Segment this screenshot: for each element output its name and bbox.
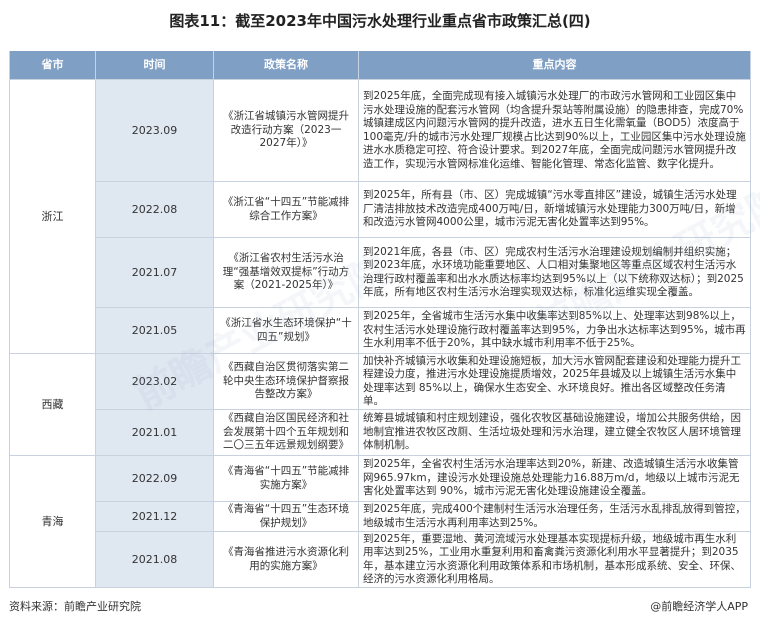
table-row: 浙江 2023.09 《浙江省城镇污水管网提升改造行动方案（2023一2027年… [9, 79, 751, 354]
date-cell: 2022.08 [95, 181, 214, 238]
policy-table: 省市 时间 政策名称 重点内容 浙江 2023.09 《浙江省城镇污水管网提升改… [9, 51, 751, 588]
date-cell: 2021.01 [95, 409, 214, 456]
date-cell: 2021.05 [95, 307, 214, 354]
header-policy-name: 政策名称 [213, 51, 359, 80]
policy-name-cell: 《浙江省农村生活污水治理“强基增效双提标”行动方案（2021-2025年）》 [213, 237, 359, 308]
table-row: 青海 2022.09 《青海省“十四五”节能减排实施方案》 到2025年，全省农… [9, 455, 751, 588]
key-content-cell: 到2021年底，各县（市、区）完成农村生活污水治理建设规划编制并组织实施；到20… [358, 237, 751, 308]
table-row: 西藏 2023.02 《西藏自治区贯彻落实第二轮中央生态环境保护督察报告整改方案… [9, 353, 751, 456]
date-cell: 2023.02 [95, 353, 214, 410]
table-row: 2022.08 《浙江省“十四五”节能减排综合工作方案》 到2025年，所有县（… [10, 181, 751, 238]
policy-name-cell: 《西藏自治区国民经济和社会发展第十四个五年规划和二〇三五年远景规划纲要》 [213, 409, 359, 456]
key-content-cell: 到2025年底，全面完成现有接入城镇污水处理厂的市政污水管网和工业园区集中污水处… [358, 79, 751, 182]
key-content-cell: 到2025年，所有县（市、区）完成城镇“污水零直排区”建设，城镇生活污水处理厂清… [358, 181, 751, 238]
policy-name-cell: 《浙江省水生态环境保护“十四五”规划》 [213, 307, 359, 354]
header-date: 时间 [95, 51, 214, 80]
date-cell: 2022.09 [95, 455, 214, 502]
policy-name-cell: 《青海省“十四五”节能减排实施方案》 [213, 455, 359, 502]
table-row: 2021.05 《浙江省水生态环境保护“十四五”规划》 到2025年，全省城市生… [10, 307, 751, 354]
table-header-row: 省市 时间 政策名称 重点内容 [9, 51, 751, 80]
date-cell: 2021.08 [95, 531, 214, 588]
key-content-cell: 到2025年底，完成400个建制村生活污水治理任务，生活污水乱排乱放得到管控，地… [358, 501, 751, 532]
policy-name-cell: 《青海省推进污水资源化利用的实施方案》 [213, 531, 359, 588]
header-province: 省市 [9, 51, 96, 80]
table-row: 2021.07 《浙江省农村生活污水治理“强基增效双提标”行动方案（2021-2… [10, 237, 751, 308]
key-content-cell: 到2025年，全省农村生活污水治理率达到20%，新建、改造城镇生活污水收集管网9… [358, 455, 751, 502]
policy-name-cell: 《浙江省城镇污水管网提升改造行动方案（2023一2027年）》 [213, 79, 359, 182]
date-cell: 2023.09 [95, 79, 214, 182]
province-cell: 浙江 [9, 79, 96, 354]
province-cell: 青海 [9, 455, 96, 588]
key-content-cell: 加快补齐城镇污水收集和处理设施短板，加大污水管网配套建设和处理能力提升工程建设力… [358, 353, 751, 410]
brand-note: @前瞻经济学人APP [650, 600, 748, 613]
date-cell: 2021.07 [95, 237, 214, 308]
table-row: 2021.08 《青海省推进污水资源化利用的实施方案》 到2025年，重要湿地、… [10, 531, 751, 588]
policy-name-cell: 《青海省“十四五”生态环境保护规划》 [213, 501, 359, 532]
policy-name-cell: 《西藏自治区贯彻落实第二轮中央生态环境保护督察报告整改方案》 [213, 353, 359, 410]
source-note: 资料来源：前瞻产业研究院 [9, 600, 141, 613]
key-content-cell: 到2025年，重要湿地、黄河流域污水处理基本实现提标升级，地级城市再生水利用率达… [358, 531, 751, 588]
key-content-cell: 统筹县城城镇和村庄规划建设，强化农牧区基础设施建设，增加公共服务供给，因地制宜推… [358, 409, 751, 456]
table-row: 2021.01 《西藏自治区国民经济和社会发展第十四个五年规划和二〇三五年远景规… [10, 409, 751, 456]
key-content-cell: 到2025年，全省城市生活污水集中收集率达到85%以上、处理率达到98%以上，农… [358, 307, 751, 354]
page-title: 图表11：截至2023年中国污水处理行业重点省市政策汇总(四) [169, 12, 591, 30]
policy-name-cell: 《浙江省“十四五”节能减排综合工作方案》 [213, 181, 359, 238]
date-cell: 2021.12 [95, 501, 214, 532]
table-row: 2021.12 《青海省“十四五”生态环境保护规划》 到2025年底，完成400… [10, 501, 751, 532]
province-cell: 西藏 [9, 353, 96, 456]
header-key-content: 重点内容 [358, 51, 751, 80]
